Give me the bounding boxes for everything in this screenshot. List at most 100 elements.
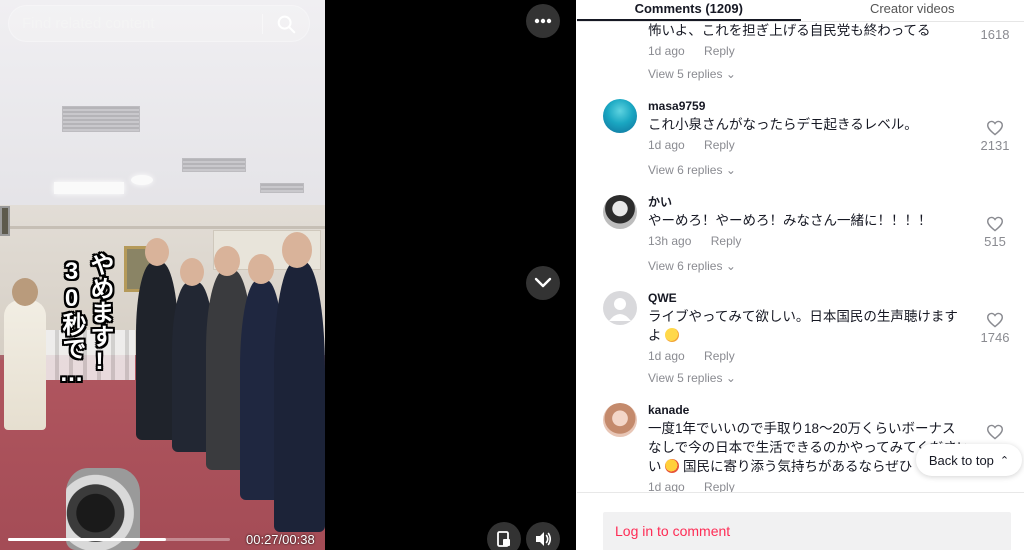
like-count: 1746	[980, 330, 1010, 345]
comment-text: やーめろ！やーめろ！みなさん一緒に！！！！	[648, 213, 932, 228]
comment-text-line: 一度1年でいいので手取り18〜20万くらいボーナス	[648, 421, 956, 436]
video-progress-bar[interactable]	[8, 538, 230, 541]
reply-button[interactable]: Reply	[704, 138, 735, 152]
person-face	[248, 254, 274, 284]
comment-meta: 1d ago Reply	[648, 138, 966, 152]
chevron-down-icon	[534, 277, 552, 288]
like-count: 1618	[980, 27, 1010, 42]
woman-head	[12, 278, 38, 306]
search-bar[interactable]: Find related content	[8, 5, 310, 42]
comment-item: QWE ライブやってみて欲しい。日本国民の生声聴けますよ 1d ago Repl…	[603, 291, 1009, 387]
ceiling-vent	[182, 158, 246, 172]
search-input[interactable]: Find related content	[22, 15, 262, 32]
video-frame[interactable]: やめます! 30秒で… Find related content 00:27/0…	[0, 0, 325, 550]
tab-comments[interactable]: Comments (1209)	[577, 0, 801, 21]
avatar[interactable]	[603, 291, 637, 325]
comment-time: 13h ago	[648, 234, 692, 248]
ceiling-light	[131, 175, 153, 185]
picture-in-picture-button[interactable]	[487, 522, 521, 550]
person-face	[214, 246, 240, 276]
chevron-down-icon: ⌄	[725, 163, 736, 177]
comment-item: かい やーめろ！やーめろ！みなさん一緒に！！！！ 13h ago Reply V…	[603, 195, 1006, 275]
back-to-top-label: Back to top	[928, 452, 994, 468]
comment-text: これ小泉さんがなったらデモ起きるレベル。	[648, 117, 918, 132]
ceiling-light	[54, 182, 124, 194]
like-count: 515	[984, 234, 1006, 249]
pip-icon	[497, 531, 510, 547]
ceiling-vent	[260, 183, 304, 193]
view-replies-button[interactable]: View 6 replies ⌄	[648, 259, 736, 273]
comment-username[interactable]: QWE	[648, 291, 966, 305]
view-replies-label: View 6 replies	[648, 163, 723, 177]
view-replies-label: View 5 replies	[648, 371, 723, 385]
view-replies-button[interactable]: View 5 replies ⌄	[648, 371, 736, 385]
heart-icon	[986, 424, 1004, 440]
video-time: 00:27/00:38	[246, 532, 315, 547]
video-caption-line2: 30秒で…	[58, 258, 85, 387]
more-options-button[interactable]	[526, 4, 560, 38]
speaker-icon	[536, 532, 552, 546]
view-replies-label: View 6 replies	[648, 259, 723, 273]
ceiling-vent	[62, 106, 140, 132]
like-count: 2131	[980, 138, 1010, 153]
comment-time: 1d ago	[648, 349, 685, 363]
avatar[interactable]	[603, 403, 637, 437]
person-face	[180, 258, 204, 286]
comment-username[interactable]: かい	[648, 195, 966, 209]
view-replies-button[interactable]: View 5 replies ⌄	[648, 67, 736, 81]
person-figure	[274, 262, 325, 532]
view-replies-label: View 5 replies	[648, 67, 723, 81]
search-divider	[262, 13, 263, 34]
person-face	[145, 238, 169, 266]
heart-icon	[986, 312, 1004, 328]
comment-item: 怖いよ、これを担ぎ上げる自民党も終わってる 1d ago Reply View …	[603, 22, 1009, 82]
comment-username[interactable]: masa9759	[648, 99, 966, 113]
video-caption-line1: やめます!	[86, 252, 113, 375]
heart-icon	[986, 216, 1004, 232]
like-button[interactable]: 515	[975, 216, 1015, 249]
comment-text-line: 国民に寄り添う気持ちがあるならぜひ	[683, 459, 913, 474]
like-button[interactable]: 2131	[975, 120, 1015, 153]
volume-button[interactable]	[526, 522, 560, 550]
heart-icon	[986, 120, 1004, 136]
wall-line	[0, 226, 325, 229]
comment-text: ライブやってみて欲しい。日本国民の生声聴けますよ	[648, 309, 958, 343]
comment-item: masa9759 これ小泉さんがなったらデモ起きるレベル。 1d ago Rep…	[603, 99, 1009, 179]
comment-meta: 1d ago Reply	[648, 349, 966, 363]
back-to-top-button[interactable]: Back to top ⌃	[916, 444, 1022, 476]
comment-text-wrap: ライブやってみて欲しい。日本国民の生声聴けますよ	[648, 307, 966, 345]
comment-text: 怖いよ、これを担ぎ上げる自民党も終わってる	[648, 23, 931, 38]
pouting-face-emoji-icon	[665, 459, 680, 473]
login-to-comment-button[interactable]: Log in to comment	[603, 512, 1011, 550]
comment-time: 1d ago	[648, 44, 685, 58]
chevron-down-icon: ⌄	[725, 259, 736, 273]
comment-meta: 13h ago Reply	[648, 234, 966, 248]
comment-username[interactable]: kanade	[648, 403, 966, 417]
reply-button[interactable]: Reply	[704, 44, 735, 58]
person-face	[282, 232, 312, 268]
view-replies-button[interactable]: View 6 replies ⌄	[648, 163, 736, 177]
chevron-down-icon: ⌄	[725, 67, 736, 81]
more-dots-icon	[534, 18, 552, 24]
comment-text-prefix: い	[648, 459, 662, 474]
party-face-emoji-icon	[665, 328, 680, 342]
avatar[interactable]	[603, 99, 637, 133]
chevron-down-icon: ⌄	[725, 371, 736, 385]
tab-bar: Comments (1209) Creator videos	[577, 0, 1024, 22]
painting	[0, 206, 10, 236]
avatar[interactable]	[603, 195, 637, 229]
woman-figure	[4, 300, 46, 430]
comment-meta: 1d ago Reply	[648, 44, 966, 58]
next-video-button[interactable]	[526, 266, 560, 300]
like-button[interactable]	[975, 424, 1015, 442]
search-icon[interactable]	[275, 13, 297, 35]
reply-button[interactable]: Reply	[711, 234, 742, 248]
like-button[interactable]: 1746	[975, 312, 1015, 345]
video-player[interactable]: やめます! 30秒で… Find related content 00:27/0…	[0, 0, 576, 550]
video-progress-fill	[8, 538, 166, 541]
tab-creator-videos[interactable]: Creator videos	[801, 0, 1024, 21]
reply-button[interactable]: Reply	[704, 349, 735, 363]
comment-time: 1d ago	[648, 138, 685, 152]
double-chevron-up-icon: ⌃	[999, 454, 1010, 467]
default-avatar-icon	[609, 298, 631, 321]
